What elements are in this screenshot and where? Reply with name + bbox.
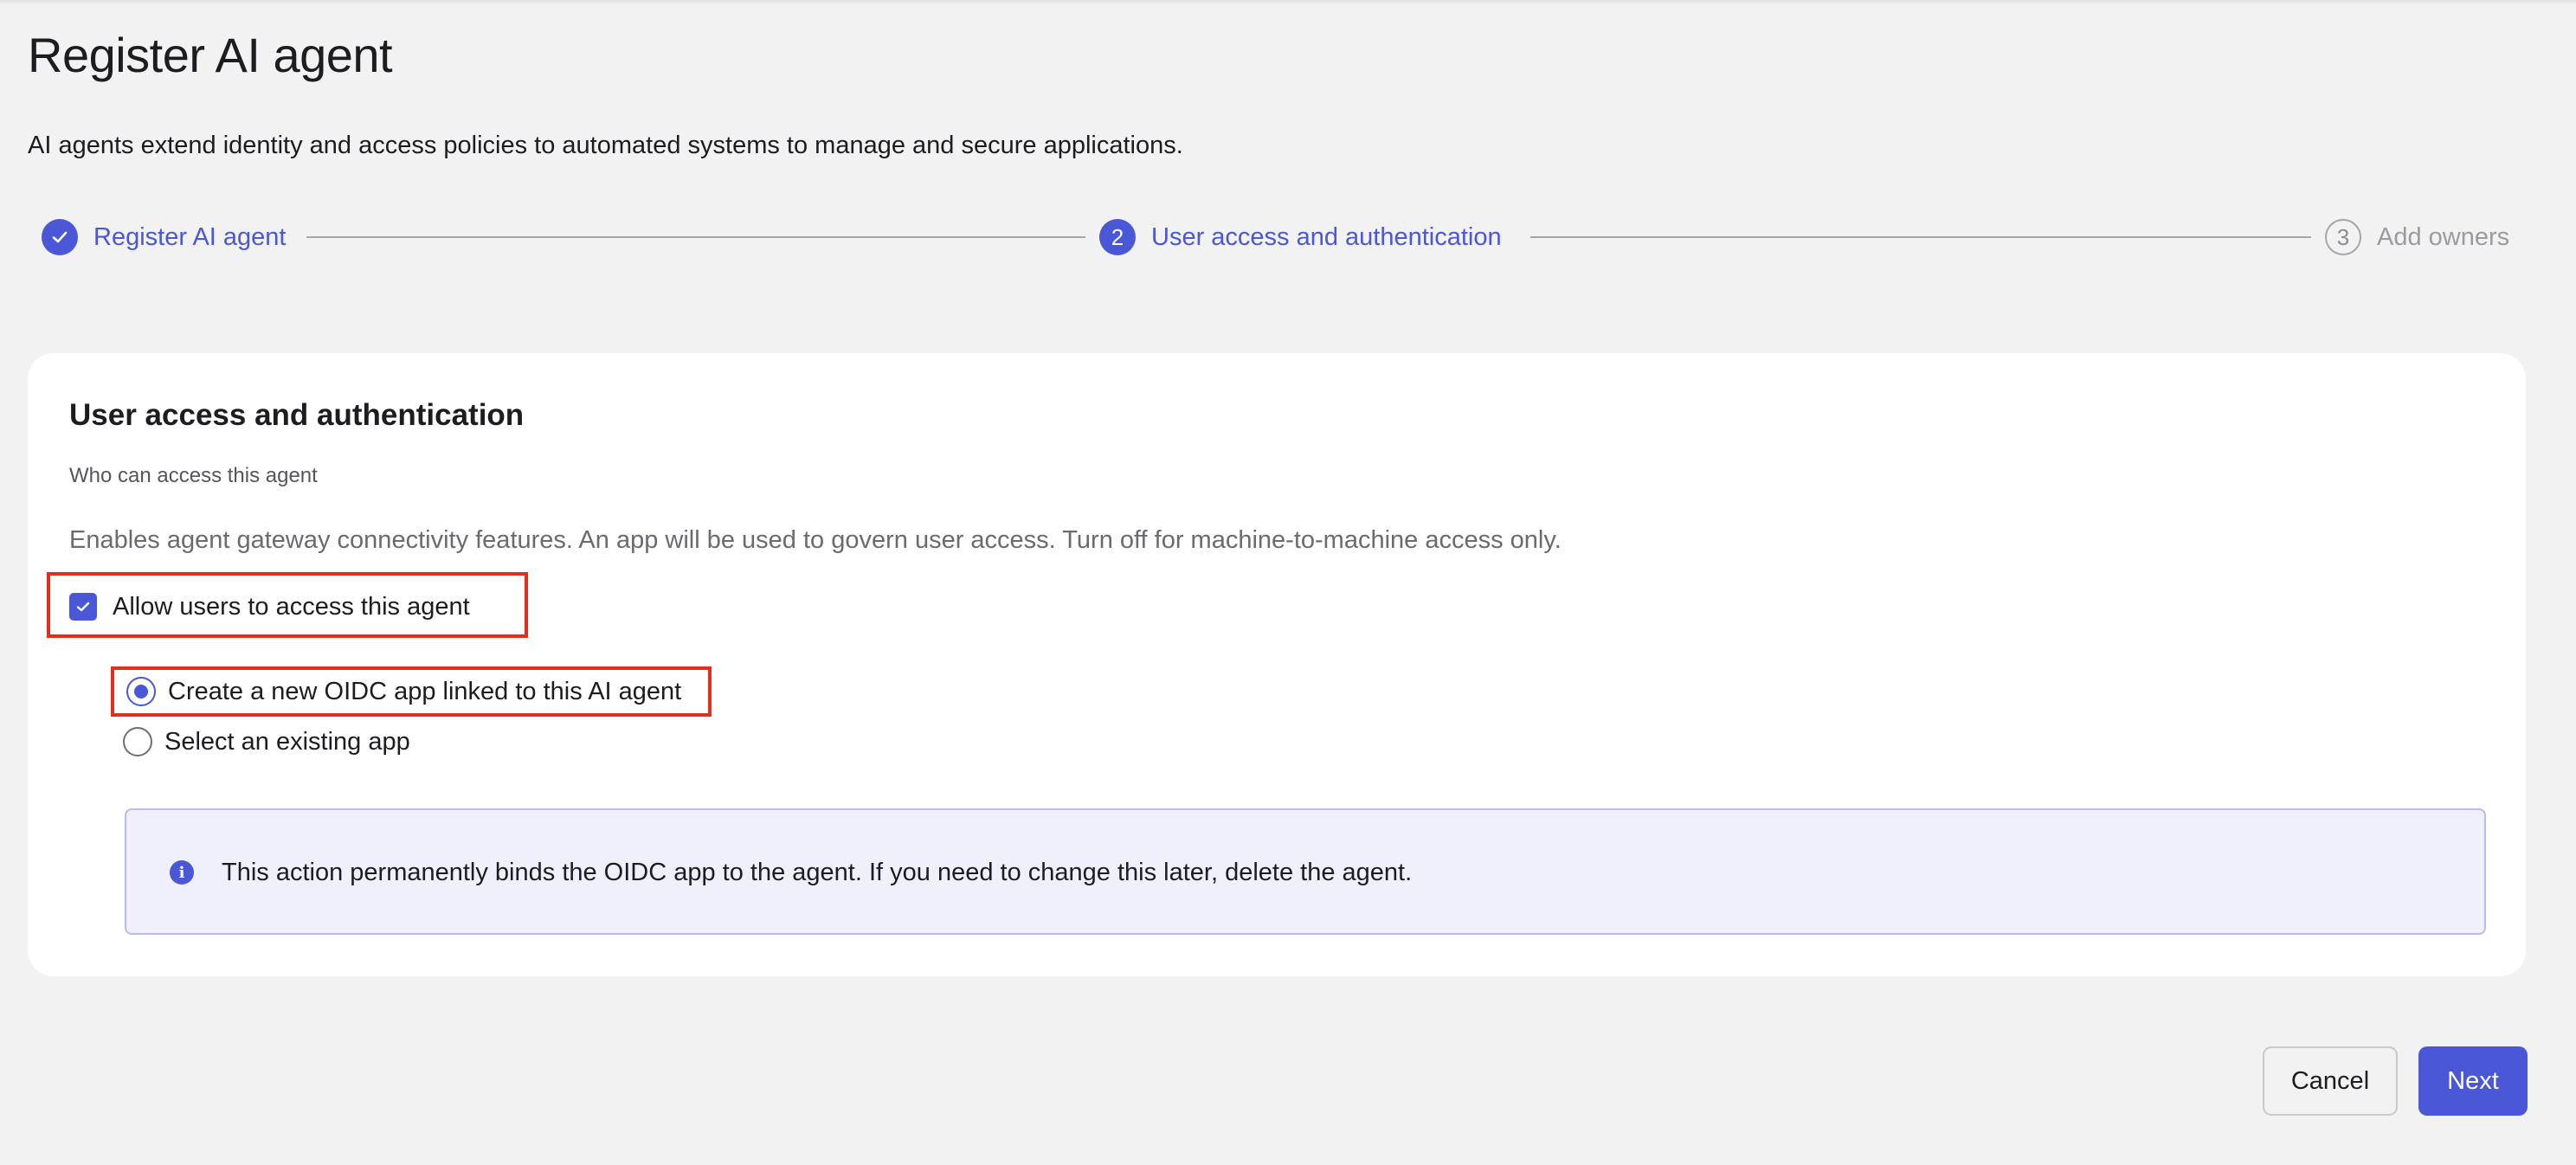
user-access-card: User access and authentication Who can a… xyxy=(28,353,2526,976)
allow-users-checkbox-row[interactable]: Allow users to access this agent xyxy=(47,572,528,638)
step-2-label: User access and authentication xyxy=(1151,223,1502,251)
step-2-indicator: 2 xyxy=(1099,219,1136,255)
step-connector-1 xyxy=(306,236,1085,238)
page-title: Register AI agent xyxy=(28,28,393,82)
card-title: User access and authentication xyxy=(69,398,525,432)
section-label: Who can access this agent xyxy=(69,464,318,487)
next-button[interactable]: Next xyxy=(2418,1046,2528,1116)
radio-option-create-oidc-app[interactable]: Create a new OIDC app linked to this AI … xyxy=(111,666,712,717)
select-existing-app-label[interactable]: Select an existing app xyxy=(164,724,410,759)
step-1-label: Register AI agent xyxy=(93,223,287,251)
info-icon: i xyxy=(170,860,194,885)
step-connector-2 xyxy=(1530,236,2311,238)
stepper: Register AI agent 2 User access and auth… xyxy=(0,215,2576,260)
create-oidc-app-radio[interactable] xyxy=(126,677,156,706)
info-callout-text: This action permanently binds the OIDC a… xyxy=(222,859,1413,886)
create-oidc-app-label[interactable]: Create a new OIDC app linked to this AI … xyxy=(168,674,681,709)
step-3-label: Add owners xyxy=(2377,223,2510,251)
page-description: AI agents extend identity and access pol… xyxy=(28,132,1183,159)
top-shadow xyxy=(0,0,2576,5)
allow-users-checkbox[interactable] xyxy=(69,593,97,621)
allow-users-checkbox-label[interactable]: Allow users to access this agent xyxy=(113,589,470,624)
step-1-check-icon xyxy=(42,219,78,255)
checkmark-icon xyxy=(76,602,90,612)
cancel-button[interactable]: Cancel xyxy=(2263,1046,2398,1116)
step-3-indicator: 3 xyxy=(2325,219,2361,255)
radio-option-select-existing-app[interactable]: Select an existing app xyxy=(111,720,457,763)
access-hint-text: Enables agent gateway connectivity featu… xyxy=(69,526,1562,554)
info-callout: i This action permanently binds the OIDC… xyxy=(125,808,2486,935)
select-existing-app-radio[interactable] xyxy=(123,727,152,756)
